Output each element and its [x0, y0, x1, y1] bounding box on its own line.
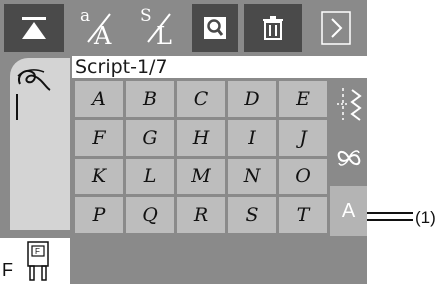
- char-key[interactable]: E: [279, 81, 327, 117]
- up-arrow-bar-icon: [22, 17, 46, 39]
- trash-icon: [263, 16, 283, 40]
- zoom-button[interactable]: [192, 4, 238, 52]
- char-key[interactable]: R: [177, 197, 225, 233]
- char-key[interactable]: N: [228, 158, 276, 195]
- foot-indicator-label: F: [2, 260, 13, 280]
- letter-a-case-icon: a A: [76, 6, 120, 50]
- alphabet-button[interactable]: A: [330, 186, 367, 236]
- size-button[interactable]: S L: [130, 4, 186, 52]
- callout-label: (1): [415, 208, 436, 227]
- bottom-bar: [72, 236, 367, 284]
- char-key[interactable]: D: [228, 81, 276, 117]
- stitch-zigzag-icon: [336, 88, 362, 121]
- page-title: Script-1/7: [75, 56, 168, 78]
- char-key[interactable]: M: [177, 158, 225, 195]
- char-key[interactable]: L: [126, 158, 174, 195]
- callout-leader-line: [367, 212, 413, 221]
- loop-pattern-button[interactable]: [330, 132, 367, 184]
- presser-foot-f-icon: F: [27, 241, 49, 281]
- size-bottom-letter: L: [156, 22, 172, 50]
- char-key[interactable]: J: [279, 119, 327, 156]
- cursor-line: [16, 94, 18, 120]
- move-top-button[interactable]: [4, 4, 64, 52]
- left-bottom-panel[interactable]: F F: [0, 236, 72, 284]
- next-page-button[interactable]: [308, 4, 364, 52]
- delete-button[interactable]: [244, 4, 302, 52]
- char-key[interactable]: A: [75, 81, 123, 117]
- char-key[interactable]: P: [75, 197, 123, 233]
- char-key[interactable]: H: [177, 119, 225, 156]
- char-key[interactable]: G: [126, 119, 174, 156]
- magnifier-icon: [204, 17, 226, 39]
- char-key[interactable]: I: [228, 119, 276, 156]
- char-key[interactable]: O: [279, 158, 327, 195]
- size-s-l-icon: S L: [136, 6, 180, 50]
- infinity-loop-icon: [337, 150, 360, 166]
- case-button[interactable]: a A: [70, 4, 126, 52]
- char-key[interactable]: C: [177, 81, 225, 117]
- chevron-right-icon: [321, 11, 351, 45]
- char-key[interactable]: B: [126, 81, 174, 117]
- char-key[interactable]: Q: [126, 197, 174, 233]
- pattern-header: Script-1/7: [72, 56, 367, 78]
- char-key[interactable]: K: [75, 158, 123, 195]
- stitch-pattern-button[interactable]: [330, 78, 367, 130]
- char-key[interactable]: S: [228, 197, 276, 233]
- svg-text:F: F: [35, 247, 40, 256]
- alphabet-label: A: [341, 199, 356, 222]
- case-bottom-letter: A: [94, 22, 112, 50]
- char-key[interactable]: F: [75, 119, 123, 156]
- char-key[interactable]: T: [279, 197, 327, 233]
- character-grid: A B C D E F G H I J K L M N O P Q R S T: [72, 78, 330, 236]
- presser-foot-icon: [17, 69, 51, 91]
